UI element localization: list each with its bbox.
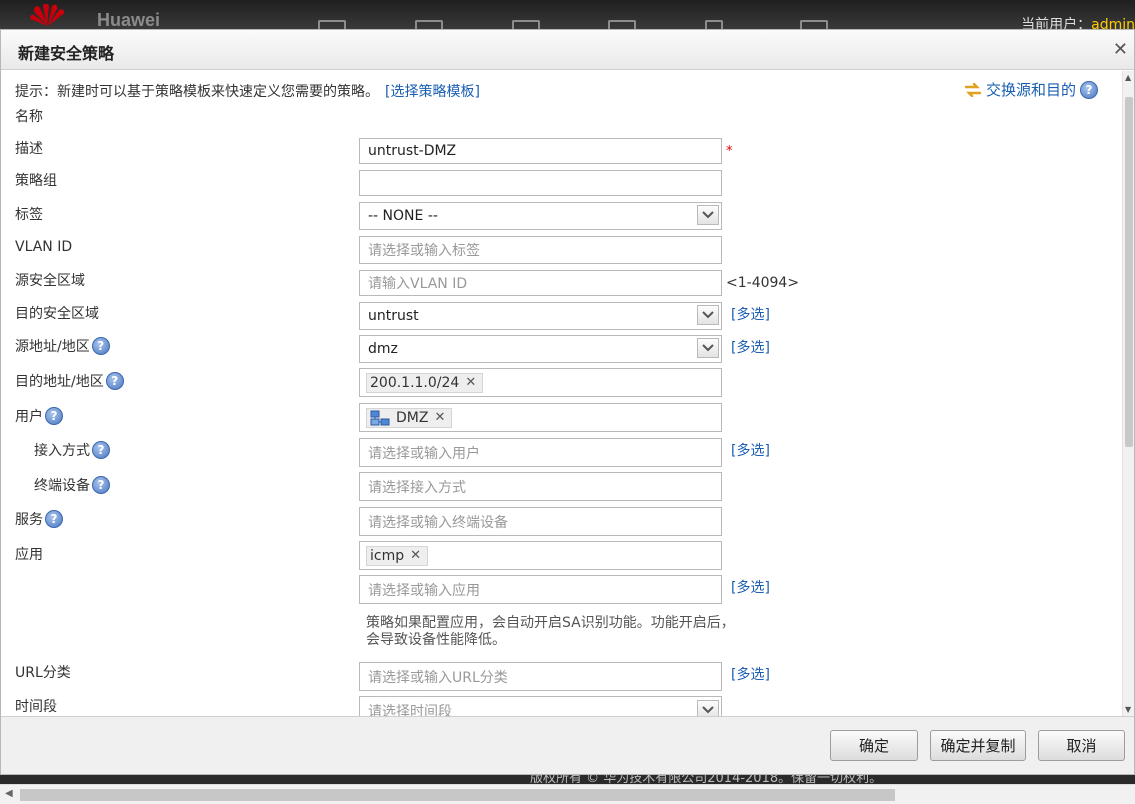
chevron-down-icon[interactable]	[697, 305, 719, 325]
dst-zone-multi-link[interactable]: [多选]	[731, 337, 770, 357]
address-group-icon	[370, 410, 390, 425]
help-icon[interactable]: ?	[1080, 80, 1098, 99]
policy-group-label: 策略组	[15, 173, 57, 189]
terminal-label: 终端设备 ?	[34, 475, 110, 495]
copyright-text: 版权所有 © 华为技术有限公司2014-2018。保留一切权利。	[530, 775, 883, 784]
remove-icon[interactable]: ✕	[465, 375, 476, 390]
url-category-multi-link[interactable]: [多选]	[731, 664, 770, 684]
vertical-scrollbar[interactable]: ▲ ▼	[1122, 71, 1134, 716]
app-header: Huawei 当前用户：admin	[0, 0, 1135, 33]
tag-label: 标签	[15, 207, 43, 223]
hint-message: 提示：新建时可以基于策略模板来快速定义您需要的策略。	[15, 84, 379, 100]
access-mode-label: 接入方式 ?	[34, 440, 110, 460]
tag-input[interactable]: 请选择或输入标签	[359, 236, 722, 264]
vlan-range: <1-4094>	[726, 275, 800, 291]
terminal-input[interactable]: 请选择或输入终端设备	[359, 507, 722, 536]
dst-addr-label-text: 目的地址/地区	[15, 374, 104, 390]
page-footer: 版权所有 © 华为技术有限公司2014-2018。保留一切权利。	[0, 775, 1135, 784]
policy-group-select[interactable]: -- NONE --	[359, 202, 722, 230]
src-addr-input[interactable]: 200.1.1.0/24 ✕	[359, 368, 722, 397]
required-mark: *	[726, 144, 733, 159]
user-input[interactable]: 请选择或输入用户	[359, 438, 722, 467]
dialog-header: 新建安全策略 ✕	[1, 30, 1134, 70]
address-chip-label: 200.1.1.0/24	[370, 374, 460, 391]
name-label: 名称	[15, 109, 43, 125]
dst-zone-value: dmz	[368, 341, 398, 357]
swap-icon	[964, 82, 982, 97]
policy-group-value: -- NONE --	[368, 208, 438, 224]
user-label-text: 用户	[15, 409, 43, 425]
src-addr-label-text: 源地址/地区	[15, 339, 90, 355]
description-input[interactable]	[359, 170, 722, 196]
horizontal-scroll-thumb[interactable]	[20, 789, 895, 801]
terminal-label-text: 终端设备	[34, 478, 90, 494]
swap-src-dst-link[interactable]: 交换源和目的 ?	[964, 79, 1098, 100]
user-multi-link[interactable]: [多选]	[731, 440, 770, 460]
close-icon[interactable]: ✕	[1113, 39, 1128, 60]
hint-text: 提示：新建时可以基于策略模板来快速定义您需要的策略。 [选择策略模板]	[15, 81, 480, 101]
dialog-body: 提示：新建时可以基于策略模板来快速定义您需要的策略。 [选择策略模板] 交换源和目…	[1, 71, 1134, 716]
help-icon[interactable]: ?	[45, 510, 63, 528]
address-chip: 200.1.1.0/24 ✕	[366, 372, 484, 393]
src-addr-label: 源地址/地区 ?	[15, 336, 110, 356]
remove-icon[interactable]: ✕	[410, 548, 421, 563]
src-zone-value: untrust	[368, 308, 419, 324]
dialog-footer: 确定 确定并复制 取消	[1, 716, 1134, 774]
src-zone-label: 源安全区域	[15, 273, 85, 289]
help-icon[interactable]: ?	[91, 337, 110, 355]
scroll-left-icon[interactable]: ◀	[5, 788, 13, 799]
address-chip-label: DMZ	[396, 409, 429, 426]
src-zone-multi-link[interactable]: [多选]	[731, 304, 770, 324]
time-range-placeholder: 请选择时间段	[368, 703, 452, 717]
time-range-label: 时间段	[15, 699, 57, 715]
address-group-chip: DMZ ✕	[366, 407, 453, 428]
scroll-thumb[interactable]	[1125, 97, 1133, 447]
description-label: 描述	[15, 141, 43, 157]
scroll-down-icon[interactable]: ▼	[1125, 705, 1131, 714]
access-mode-label-text: 接入方式	[34, 443, 90, 459]
vlan-input[interactable]: 请输入VLAN ID	[359, 270, 722, 296]
brand-name: Huawei	[97, 10, 161, 30]
service-chip: icmp ✕	[366, 545, 429, 566]
help-icon[interactable]: ?	[105, 372, 124, 390]
chevron-down-icon[interactable]	[697, 700, 719, 716]
cancel-button[interactable]: 取消	[1038, 730, 1125, 761]
scroll-up-icon[interactable]: ▲	[1125, 73, 1131, 82]
src-zone-select[interactable]: untrust	[359, 302, 722, 330]
application-input[interactable]: 请选择或输入应用	[359, 575, 722, 604]
dst-addr-input[interactable]: DMZ ✕	[359, 403, 722, 432]
user-label: 用户 ?	[15, 406, 63, 426]
horizontal-scrollbar[interactable]: ◀	[0, 784, 1135, 804]
huawei-logo-icon	[30, 4, 65, 27]
dialog-title: 新建安全策略	[18, 44, 115, 63]
ok-and-copy-button[interactable]: 确定并复制	[930, 730, 1026, 761]
dst-zone-label: 目的安全区域	[15, 306, 99, 322]
name-input[interactable]: untrust-DMZ	[359, 138, 722, 164]
service-chip-label: icmp	[370, 547, 405, 564]
service-input[interactable]: icmp ✕	[359, 541, 722, 570]
ok-button[interactable]: 确定	[830, 730, 918, 761]
remove-icon[interactable]: ✕	[434, 410, 445, 425]
help-icon[interactable]: ?	[92, 441, 110, 459]
chevron-down-icon[interactable]	[697, 205, 719, 225]
new-security-policy-dialog: 新建安全策略 ✕ 提示：新建时可以基于策略模板来快速定义您需要的策略。 [选择策略…	[0, 29, 1135, 775]
vlan-label: VLAN ID	[15, 239, 73, 255]
url-category-label: URL分类	[15, 665, 71, 681]
application-note: 策略如果配置应用，会自动开启SA识别功能。功能开启后，会导致设备性能降低。	[366, 615, 735, 648]
dst-addr-label: 目的地址/地区 ?	[15, 371, 124, 391]
application-multi-link[interactable]: [多选]	[731, 577, 770, 597]
service-label-text: 服务	[15, 512, 43, 528]
help-icon[interactable]: ?	[45, 407, 63, 425]
access-mode-input[interactable]: 请选择接入方式	[359, 472, 722, 501]
application-label: 应用	[15, 547, 43, 563]
help-icon[interactable]: ?	[92, 476, 110, 494]
dst-zone-select[interactable]: dmz	[359, 335, 722, 363]
swap-label: 交换源和目的	[985, 81, 1076, 99]
service-label: 服务 ?	[15, 509, 63, 529]
select-template-link[interactable]: [选择策略模板]	[385, 84, 480, 100]
time-range-select[interactable]: 请选择时间段	[359, 696, 722, 716]
url-category-input[interactable]: 请选择或输入URL分类	[359, 662, 722, 691]
chevron-down-icon[interactable]	[697, 338, 719, 358]
